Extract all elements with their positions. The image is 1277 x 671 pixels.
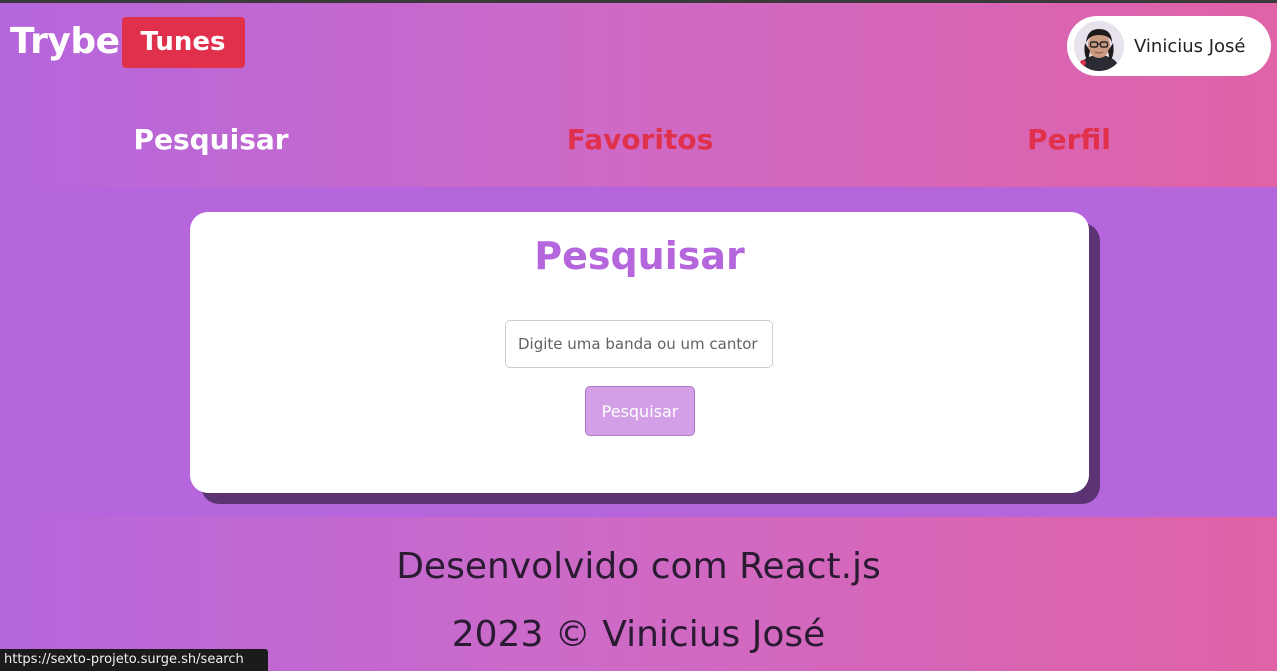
user-profile-pill[interactable]: Vinicius José <box>1067 16 1271 76</box>
footer: Desenvolvido com React.js 2023 © Viniciu… <box>0 517 1277 671</box>
nav-link-favorites[interactable]: Favoritos <box>490 118 790 162</box>
search-input[interactable] <box>505 320 773 368</box>
page-title: Pesquisar <box>534 234 745 278</box>
user-name: Vinicius José <box>1134 35 1246 57</box>
search-card: Pesquisar Pesquisar <box>190 212 1089 493</box>
user-avatar-icon <box>1074 21 1124 71</box>
nav-link-profile[interactable]: Perfil <box>919 118 1219 162</box>
search-button[interactable]: Pesquisar <box>585 386 695 436</box>
nav-link-search[interactable]: Pesquisar <box>61 118 361 162</box>
logo-trybe-text: Trybe <box>10 21 120 62</box>
app-logo[interactable]: Trybe Tunes <box>10 17 245 68</box>
logo-tunes-badge: Tunes <box>121 17 245 68</box>
browser-status-url: https://sexto-projeto.surge.sh/search <box>0 649 268 671</box>
avatar <box>1074 21 1124 71</box>
header: Trybe Tunes Vinicius José Pesquisar Favo… <box>0 3 1277 187</box>
main-nav: Pesquisar Favoritos Perfil <box>0 118 1277 168</box>
footer-credits: Desenvolvido com React.js <box>396 546 881 587</box>
